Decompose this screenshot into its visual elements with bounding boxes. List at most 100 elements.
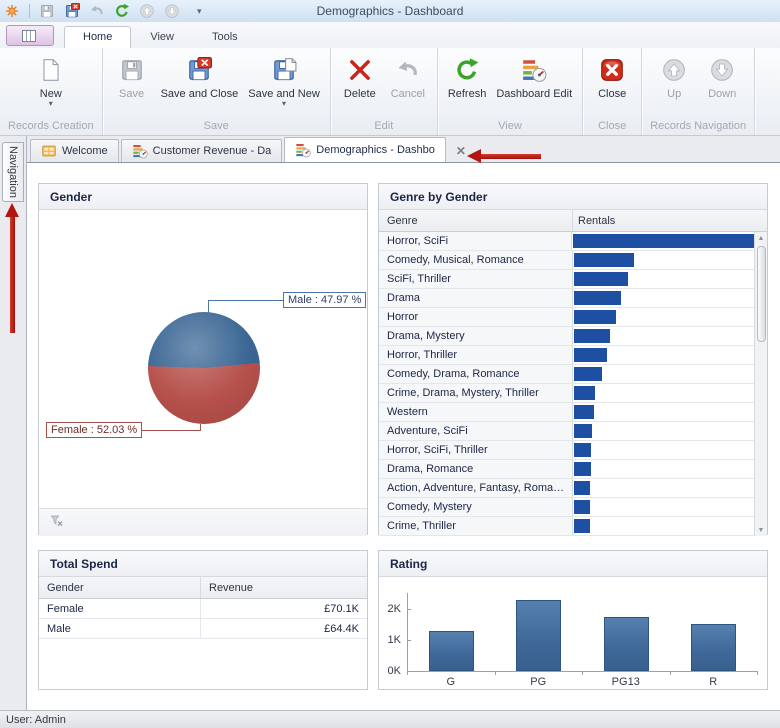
x-tick [407, 671, 408, 675]
down-button[interactable]: Down [699, 52, 745, 102]
save-close-icon [64, 3, 80, 19]
genre-cell: Drama, Mystery [379, 327, 573, 345]
navigation-pane-tab[interactable]: Navigation [2, 142, 24, 202]
ribbon-tab-row: HomeViewTools [0, 22, 780, 48]
ribbon: New▾Records CreationSaveSave and CloseSa… [0, 48, 780, 136]
annotation-arrow-tab [467, 149, 541, 164]
scrollbar-thumb[interactable] [757, 246, 766, 342]
genre-row[interactable]: Comedy, Musical, Romance [379, 251, 754, 270]
new-button[interactable]: New▾ [28, 52, 74, 110]
x-tick [495, 671, 496, 675]
tab-close-icon[interactable]: ✕ [456, 144, 466, 158]
genre-row[interactable]: Drama, Mystery [379, 327, 754, 346]
clear-filter-icon[interactable] [49, 513, 65, 532]
titlebar: Demographics - Dashboard ▾ [0, 0, 780, 22]
qat-circle-down-button[interactable] [164, 3, 180, 19]
rentals-column-header[interactable]: Rentals [573, 215, 767, 227]
scroll-up-icon[interactable]: ▲ [758, 232, 765, 244]
up-button[interactable]: Up [651, 52, 697, 102]
gender-pie-chart[interactable]: Male : 47.97 % Female : 52.03 % [39, 210, 367, 536]
rentals-bar [574, 291, 621, 305]
save-and-new-button[interactable]: Save and New▾ [244, 52, 324, 110]
y-axis [407, 593, 408, 671]
refresh-icon [114, 3, 130, 19]
ribbon-tab-tools[interactable]: Tools [193, 26, 257, 48]
genre-row[interactable]: Horror, Thriller [379, 346, 754, 365]
genre-row[interactable]: Crime, Thriller [379, 517, 754, 536]
rentals-bar [574, 348, 607, 362]
rating-bar-pg[interactable] [516, 600, 561, 671]
dashboard-edit-button[interactable]: Dashboard Edit [492, 52, 576, 102]
pie-chart[interactable] [148, 312, 260, 424]
ribbon-tab-view[interactable]: View [131, 26, 193, 48]
genre-row[interactable]: Horror [379, 308, 754, 327]
qat-undo-gray-button[interactable] [89, 3, 105, 19]
delete-button[interactable]: Delete [337, 52, 383, 102]
scroll-down-icon[interactable]: ▼ [758, 524, 765, 536]
genre-row[interactable]: Drama [379, 289, 754, 308]
ribbon-tab-home[interactable]: Home [64, 26, 131, 48]
qat-app-logo-button[interactable] [4, 3, 20, 19]
cancel-button[interactable]: Cancel [385, 52, 431, 102]
document-tab-welcome[interactable]: Welcome [30, 139, 119, 162]
rating-bar-g[interactable] [429, 631, 474, 671]
spend-gender-cell: Female [39, 599, 201, 618]
genre-row[interactable]: Action, Adventure, Fantasy, Roma… [379, 479, 754, 498]
genre-cell: Crime, Drama, Mystery, Thriller [379, 384, 573, 402]
genre-row[interactable]: SciFi, Thriller [379, 270, 754, 289]
genre-cell: Horror, Thriller [379, 346, 573, 364]
rating-panel-title: Rating [379, 551, 767, 577]
gender-panel: Gender Male : 47.97 % Female : 52.03 % [38, 183, 368, 535]
gender-panel-title: Gender [39, 184, 367, 210]
genre-column-header[interactable]: Genre [379, 210, 573, 231]
qat-dropdown-icon[interactable]: ▾ [197, 6, 202, 17]
genre-row[interactable]: Crime, Drama, Mystery, Thriller [379, 384, 754, 403]
y-tick [407, 640, 411, 641]
rating-bar-r[interactable] [691, 624, 736, 671]
qat-refresh-button[interactable] [114, 3, 130, 19]
genre-cell: Adventure, SciFi [379, 422, 573, 440]
qat-circle-up-button[interactable] [139, 3, 155, 19]
welcome-icon [41, 143, 57, 159]
revenue-column-header[interactable]: Revenue [201, 582, 367, 594]
refresh-button[interactable]: Refresh [444, 52, 491, 102]
genre-scrollbar[interactable]: ▲ ▼ [754, 232, 767, 536]
document-tab-label: Demographics - Dashbo [316, 144, 435, 156]
genre-row[interactable]: Comedy, Mystery [379, 498, 754, 517]
document-tab-label: Welcome [62, 145, 108, 157]
qat-save-close-button[interactable] [64, 3, 80, 19]
save-and-close-button[interactable]: Save and Close [157, 52, 243, 102]
save-button[interactable]: Save [109, 52, 155, 102]
spend-row[interactable]: Female£70.1K [39, 599, 367, 619]
gender-column-header[interactable]: Gender [39, 577, 201, 598]
close-button[interactable]: Close [589, 52, 635, 102]
total-spend-panel: Total Spend Gender Revenue Female£70.1KM… [38, 550, 368, 690]
genre-row[interactable]: Adventure, SciFi [379, 422, 754, 441]
rentals-cell [573, 346, 754, 364]
genre-row[interactable]: Comedy, Drama, Romance [379, 365, 754, 384]
gender-panel-footer [39, 508, 367, 536]
rating-bar-pg13[interactable] [604, 617, 649, 671]
undo-gray-icon [395, 57, 421, 83]
arrow-shaft [480, 154, 541, 159]
ribbon-group-label: Records Navigation [642, 118, 754, 135]
spend-row[interactable]: Male£64.4K [39, 619, 367, 639]
qat-save-gray-button[interactable] [39, 3, 55, 19]
ribbon-group-label: View [438, 118, 582, 135]
genre-row[interactable]: Horror, SciFi [379, 232, 754, 251]
genre-row[interactable]: Horror, SciFi, Thriller [379, 441, 754, 460]
genre-cell: Comedy, Musical, Romance [379, 251, 573, 269]
genre-cell: Action, Adventure, Fantasy, Roma… [379, 479, 573, 497]
x-tick-label: PG13 [612, 676, 640, 688]
x-tick-label: PG [530, 676, 546, 688]
circle-up-icon [139, 3, 155, 19]
x-tick-label: G [446, 676, 455, 688]
rating-bar-chart[interactable]: 0K1K2KGPGPG13R [379, 577, 767, 691]
save-gray-icon [119, 57, 145, 83]
document-tab-demographics-dashbo[interactable]: Demographics - Dashbo [284, 137, 446, 162]
genre-row[interactable]: Western [379, 403, 754, 422]
male-callout-line [209, 300, 283, 301]
app-menu-button[interactable] [6, 25, 54, 46]
genre-row[interactable]: Drama, Romance [379, 460, 754, 479]
document-tab-customer-revenue-da[interactable]: Customer Revenue - Da [121, 139, 283, 162]
